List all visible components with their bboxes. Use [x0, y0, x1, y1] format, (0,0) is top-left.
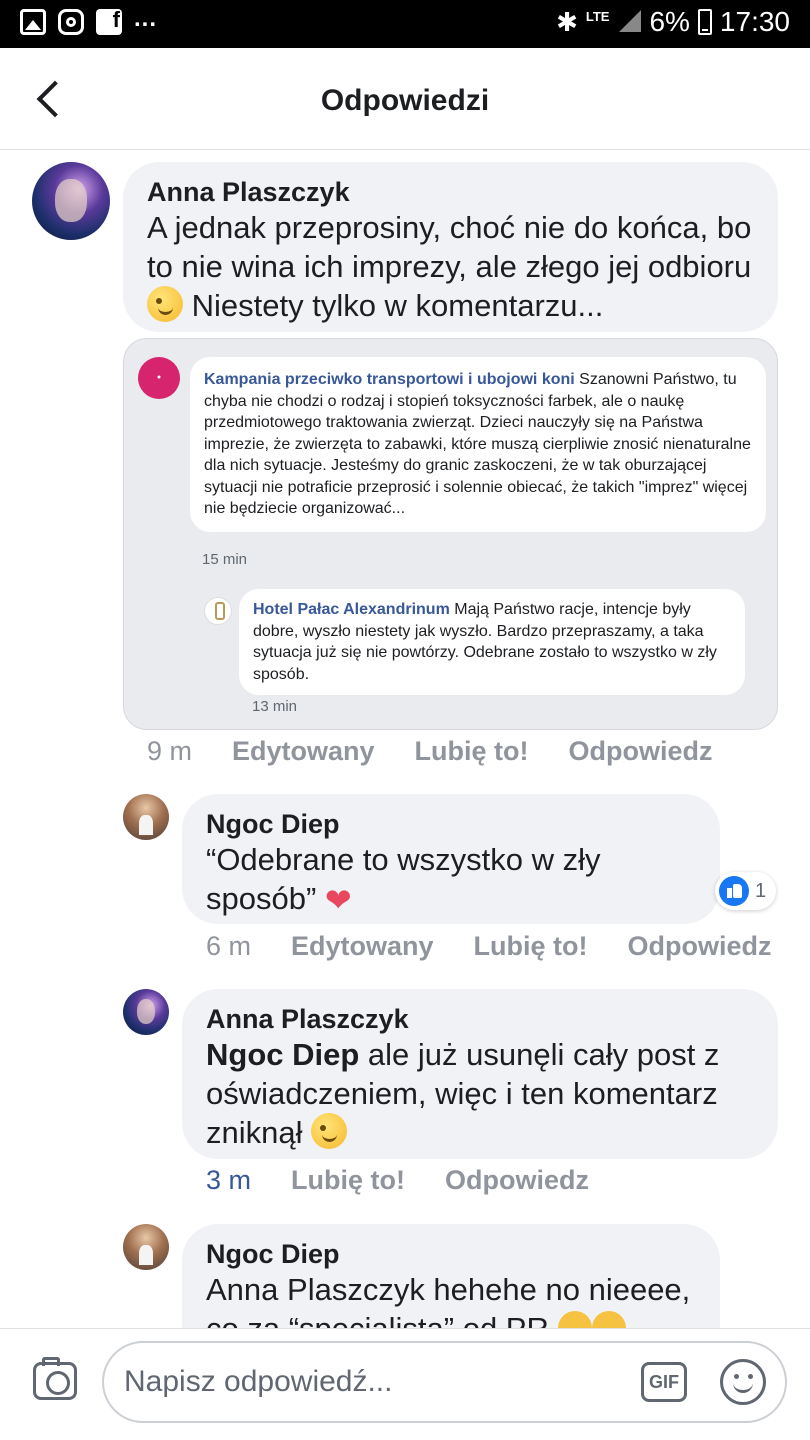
wink-emoji-icon	[311, 1113, 348, 1149]
comment-bubble: Ngoc Diep “Odebrane to wszystko w zły sp…	[182, 794, 720, 924]
facebook-notification-icon: f	[96, 9, 122, 35]
comment-text: Anna Plaszczyk hehehe no nieeee, co za “…	[206, 1270, 696, 1328]
rolling-laughing-emoji-icon	[591, 1311, 626, 1328]
embedded-author: Hotel Pałac Alexandrinum	[253, 601, 450, 618]
comment-time: 9 m	[147, 736, 193, 766]
reply-button[interactable]: Odpowiedz	[569, 736, 713, 767]
comment-bubble: Anna Plaszczyk Ngoc Diep ale już usunęli…	[182, 989, 778, 1159]
comment-text-part: “Odebrane to wszystko w zły sposób”	[206, 842, 601, 916]
like-button[interactable]: Lubię to!	[474, 931, 588, 962]
embedded-text: Szanowni Państwo, tu chyba nie chodzi o …	[204, 371, 751, 517]
like-button[interactable]: Lubię to!	[291, 1165, 405, 1196]
wink-emoji-icon	[147, 286, 183, 322]
comment-actions: 3 m Lubię to! Odpowiedz	[206, 1165, 589, 1196]
avatar[interactable]	[123, 794, 169, 840]
lte-indicator: LTE	[585, 8, 610, 24]
comment-author[interactable]: Anna Plaszczyk	[147, 176, 754, 208]
status-bar: f ... ✱ LTE 6% 17:30	[0, 0, 810, 48]
header: Odpowiedzi	[0, 48, 810, 150]
system-status: ✱ LTE 6% 17:30	[556, 6, 790, 38]
reply-button[interactable]: Odpowiedz	[445, 1165, 589, 1196]
replies-list[interactable]: Anna Plaszczyk A jednak przeprosiny, cho…	[0, 150, 810, 1328]
battery-percent: 6%	[649, 6, 690, 37]
heart-emoji-icon: ❤	[324, 882, 352, 918]
page-title: Odpowiedzi	[320, 84, 490, 117]
gif-button[interactable]: GIF	[641, 1362, 687, 1402]
embedded-author: Kampania przeciwko transportowi i ubojow…	[204, 371, 575, 388]
embedded-time: 13 min	[252, 698, 298, 715]
signal-icon	[617, 10, 642, 34]
comment-actions: 9 m Edytowany Lubię to! Odpowiedz	[147, 736, 713, 767]
comment-text-part: A jednak przeprosiny, choć nie do końca,…	[147, 210, 752, 284]
thumbs-up-icon	[719, 876, 749, 906]
campaign-avatar: ●	[138, 357, 180, 399]
notification-icons: f ...	[20, 5, 157, 35]
edited-link[interactable]: Edytowany	[291, 931, 434, 962]
comment-text-part: Niestety tylko w komentarzu...	[183, 288, 604, 323]
avatar[interactable]	[123, 1224, 169, 1270]
reply-button[interactable]: Odpowiedz	[628, 931, 772, 962]
reaction-summary[interactable]: 1	[715, 872, 777, 910]
bluetooth-icon: ✱	[556, 6, 578, 37]
comment-text: A jednak przeprosiny, choć nie do końca,…	[147, 208, 754, 325]
comment-time: 6 m	[206, 931, 252, 961]
comment-bubble: Ngoc Diep Anna Plaszczyk hehehe no nieee…	[182, 1224, 720, 1328]
embedded-screenshot[interactable]: ● Kampania przeciwko transportowi i uboj…	[123, 338, 778, 730]
compose-bar: GIF	[0, 1328, 810, 1440]
comment-author[interactable]: Anna Plaszczyk	[206, 1003, 754, 1035]
comment-author[interactable]: Ngoc Diep	[206, 1238, 696, 1270]
image-notification-icon	[20, 9, 46, 35]
embedded-reply: Hotel Pałac Alexandrinum Mają Państwo ra…	[239, 589, 745, 695]
camera-icon[interactable]	[33, 1357, 77, 1400]
edited-link[interactable]: Edytowany	[232, 736, 375, 767]
avatar[interactable]	[123, 989, 169, 1035]
hotel-avatar	[204, 597, 232, 625]
instagram-notification-icon	[58, 9, 84, 35]
like-button[interactable]: Lubię to!	[415, 736, 529, 767]
comment-time: 3 m	[206, 1165, 252, 1195]
embedded-time: 15 min	[202, 551, 248, 568]
smiley-icon[interactable]	[720, 1359, 766, 1405]
comment-text: “Odebrane to wszystko w zły sposób” ❤	[206, 840, 696, 920]
laughing-emoji-icon	[557, 1311, 592, 1328]
comment-bubble: Anna Plaszczyk A jednak przeprosiny, cho…	[123, 162, 778, 332]
comment-text: Ngoc Diep ale już usunęli cały post z oś…	[206, 1035, 754, 1152]
avatar[interactable]	[32, 162, 110, 240]
comment-author[interactable]: Ngoc Diep	[206, 808, 696, 840]
clock: 17:30	[719, 6, 790, 37]
mention-link[interactable]: Ngoc Diep	[206, 1037, 359, 1072]
embedded-comment: Kampania przeciwko transportowi i ubojow…	[190, 357, 766, 532]
comment-actions: 6 m Edytowany Lubię to! Odpowiedz	[206, 931, 772, 962]
battery-icon	[697, 9, 712, 35]
reaction-count: 1	[755, 879, 767, 902]
more-notifications: ...	[134, 5, 158, 32]
